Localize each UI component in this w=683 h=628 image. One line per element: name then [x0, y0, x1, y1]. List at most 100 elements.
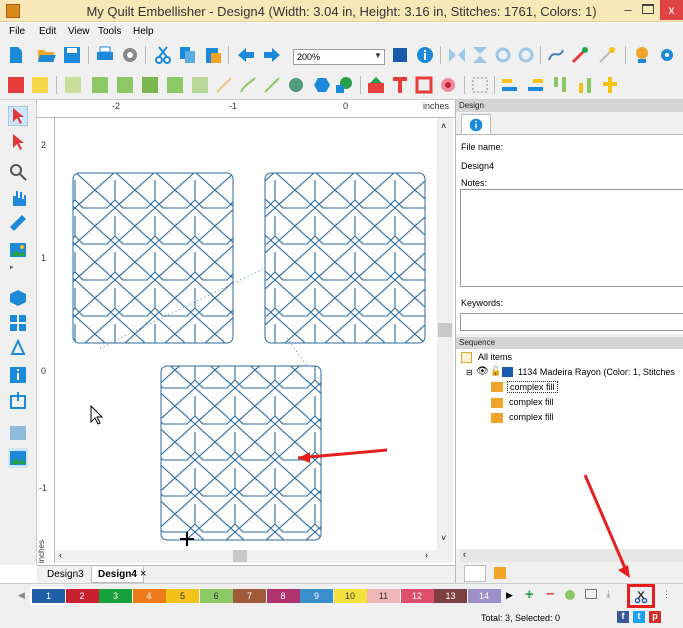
color-swatch[interactable]: 12 — [400, 589, 434, 603]
color-swatch[interactable]: 4 — [132, 589, 166, 603]
color-swatch[interactable]: 3 — [99, 589, 132, 603]
satin-fill-icon[interactable] — [165, 75, 185, 95]
sequence-thread[interactable]: 1134 Madeira Rayon (Color: 1, Stitches — [518, 367, 675, 377]
quilt-block[interactable] — [72, 172, 234, 344]
collapse-icon[interactable]: ⊟ — [466, 368, 473, 377]
info-icon[interactable] — [415, 45, 435, 65]
design-canvas[interactable] — [55, 118, 437, 550]
select-arrow-icon[interactable] — [8, 106, 28, 126]
facebook-icon[interactable]: f — [617, 611, 629, 623]
sequence-hscrollbar[interactable]: ‹ — [460, 549, 683, 562]
tree-motif-icon[interactable] — [334, 75, 354, 95]
close-button[interactable]: x — [660, 0, 683, 20]
color-swatch[interactable]: 1 — [30, 587, 67, 605]
print-icon[interactable] — [95, 45, 115, 65]
align-left-icon[interactable] — [500, 75, 520, 95]
wizard-icon[interactable] — [570, 45, 590, 65]
add-color-icon[interactable]: + — [525, 586, 534, 603]
align-bottom-icon[interactable] — [575, 75, 595, 95]
info-tool-icon[interactable] — [8, 365, 28, 385]
copy-icon[interactable] — [178, 45, 198, 65]
quilt-block-icon[interactable] — [414, 75, 434, 95]
sort-icon[interactable]: ⤓ — [606, 589, 610, 600]
pattern-fill-icon[interactable] — [63, 75, 83, 95]
curve-tool-icon[interactable] — [238, 75, 258, 95]
vertical-scrollbar[interactable]: ˄ ˅ — [437, 118, 453, 563]
block-fill-icon[interactable] — [140, 75, 160, 95]
color-swatch[interactable]: 5 — [166, 589, 199, 603]
tab-design3[interactable]: Design3 — [41, 567, 90, 583]
quilt-block[interactable] — [160, 365, 322, 541]
color-swatch[interactable]: 11 — [367, 589, 400, 603]
new-file-icon[interactable] — [6, 45, 26, 65]
scroll-thumb[interactable] — [438, 323, 452, 337]
remove-color-icon[interactable]: – — [546, 585, 554, 602]
object-view-icon[interactable] — [494, 567, 506, 579]
chevron-down-icon[interactable]: ▼ — [374, 51, 382, 60]
select-area-icon[interactable] — [470, 75, 490, 95]
color-swatch[interactable]: 9 — [300, 589, 333, 603]
rotate-right-icon[interactable] — [516, 45, 536, 65]
scroll-thumb[interactable] — [233, 550, 247, 562]
sequence-all-items[interactable]: All items — [478, 352, 512, 362]
color-swatch[interactable]: 10 — [333, 589, 367, 603]
open-folder-icon[interactable] — [36, 45, 56, 65]
node-edit-icon[interactable] — [8, 132, 28, 152]
flip-icon[interactable] — [470, 45, 490, 65]
landscape-icon[interactable] — [8, 448, 28, 468]
menu-file[interactable]: File — [9, 26, 25, 37]
tab-close-icon[interactable]: × — [140, 568, 146, 580]
magic-wand-icon[interactable] — [597, 45, 617, 65]
pan-hand-icon[interactable] — [8, 188, 28, 208]
scroll-left-icon[interactable]: ◀ — [18, 590, 25, 601]
menu-help[interactable]: Help — [133, 26, 154, 37]
text-tool-icon[interactable] — [390, 75, 410, 95]
menu-view[interactable]: View — [68, 26, 90, 37]
minimize-button[interactable]: – — [617, 2, 639, 20]
paste-icon[interactable] — [203, 45, 223, 65]
grid-fill-icon[interactable] — [90, 75, 110, 95]
cut-icon[interactable] — [153, 45, 173, 65]
menu-tools[interactable]: Tools — [98, 26, 121, 37]
triangle-nodes-icon[interactable] — [8, 338, 28, 358]
grid-icon[interactable] — [8, 313, 28, 333]
red-square-icon[interactable] — [6, 75, 26, 95]
scroll-right-icon[interactable]: ▶ — [506, 590, 513, 601]
align-right-icon[interactable] — [525, 75, 545, 95]
sequence-object[interactable]: complex fill — [509, 397, 554, 407]
image-icon[interactable] — [8, 240, 28, 260]
star-fill-icon[interactable] — [286, 75, 306, 95]
pinterest-icon[interactable]: p — [649, 611, 661, 623]
export-icon[interactable] — [8, 390, 28, 410]
measure-icon[interactable] — [8, 213, 28, 233]
menu-edit[interactable]: Edit — [39, 26, 56, 37]
sequence-object[interactable]: complex fill — [507, 381, 558, 393]
color-swatch[interactable]: 6 — [199, 589, 233, 603]
eye-icon[interactable]: 👁 — [476, 366, 489, 377]
keywords-field[interactable] — [460, 313, 683, 331]
cube-icon[interactable] — [8, 288, 28, 308]
settings-icon[interactable] — [657, 45, 677, 65]
pattern-icon[interactable] — [366, 75, 386, 95]
align-top-icon[interactable] — [550, 75, 570, 95]
tab-design4[interactable]: Design4 — [91, 567, 144, 583]
color-swatch[interactable]: 14 — [467, 589, 501, 603]
design-info-tab[interactable] — [461, 114, 491, 134]
notes-field[interactable] — [460, 189, 683, 287]
cut-thread-button[interactable] — [627, 584, 655, 608]
sequence-object[interactable]: complex fill — [509, 412, 554, 422]
list-view-icon[interactable] — [464, 565, 486, 582]
zoom-select[interactable]: 200% — [293, 49, 385, 65]
horizontal-scrollbar[interactable]: ‹ › — [55, 550, 437, 563]
hatch-fill-icon[interactable] — [115, 75, 135, 95]
thread-color-icon[interactable] — [565, 590, 575, 600]
color-swatch[interactable]: 13 — [434, 589, 467, 603]
lock-icon[interactable]: 🔓 — [490, 366, 501, 377]
color-swatch[interactable]: 2 — [65, 589, 99, 603]
maximize-button[interactable] — [642, 4, 654, 14]
rotate-left-icon[interactable] — [493, 45, 513, 65]
applique-icon[interactable] — [438, 75, 458, 95]
distribute-icon[interactable] — [600, 75, 620, 95]
spool-icon[interactable] — [632, 45, 652, 65]
monitor-icon[interactable] — [585, 589, 597, 599]
